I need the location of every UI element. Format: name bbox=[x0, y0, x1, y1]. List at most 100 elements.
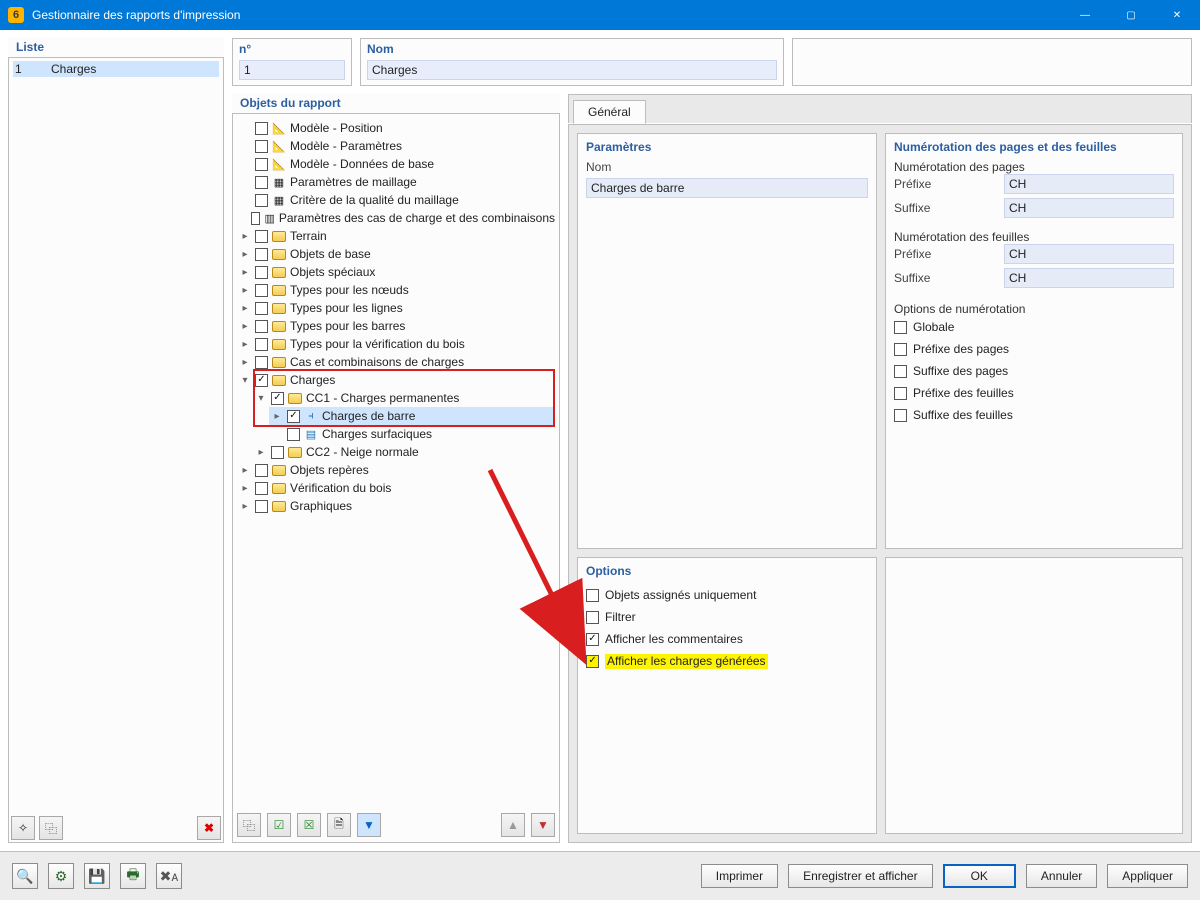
checkbox[interactable] bbox=[255, 374, 268, 387]
expand-icon[interactable]: ▸ bbox=[239, 248, 251, 260]
tree-item[interactable]: Paramètres des cas de charge et des comb… bbox=[279, 211, 555, 225]
tree-item[interactable]: Types pour les nœuds bbox=[290, 283, 409, 297]
expand-icon[interactable]: ▸ bbox=[239, 284, 251, 296]
expand-icon[interactable]: ▸ bbox=[239, 356, 251, 368]
maximize-button[interactable]: ▢ bbox=[1108, 0, 1154, 30]
opt-pref-feuilles[interactable]: Préfixe des feuilles bbox=[913, 386, 1014, 400]
checkbox[interactable] bbox=[894, 321, 907, 334]
tree-item[interactable]: Types pour les barres bbox=[290, 319, 405, 333]
checkbox[interactable] bbox=[255, 230, 268, 243]
report-tree[interactable]: 📐Modèle - Position 📐Modèle - Paramètres … bbox=[237, 117, 555, 515]
tree-item[interactable]: CC2 - Neige normale bbox=[306, 445, 419, 459]
checkbox[interactable] bbox=[255, 176, 268, 189]
checkbox[interactable] bbox=[255, 266, 268, 279]
expand-icon[interactable]: ▸ bbox=[239, 302, 251, 314]
tree-item[interactable]: Objets repères bbox=[290, 463, 369, 477]
pages-prefixe-value[interactable]: CH bbox=[1004, 174, 1174, 194]
opt-pref-pages[interactable]: Préfixe des pages bbox=[913, 342, 1009, 356]
print-icon[interactable]: 🖶 bbox=[120, 863, 146, 889]
settings-icon[interactable]: ⚙ bbox=[48, 863, 74, 889]
param-nom-value[interactable]: Charges de barre bbox=[586, 178, 868, 198]
feuilles-suffixe-value[interactable]: CH bbox=[1004, 268, 1174, 288]
tree-item[interactable]: Graphiques bbox=[290, 499, 352, 513]
tree-copy-icon[interactable]: ⿻ bbox=[237, 813, 261, 837]
expand-icon[interactable]: ▸ bbox=[271, 410, 283, 422]
tree-item[interactable]: Objets spéciaux bbox=[290, 265, 375, 279]
pages-suffixe-value[interactable]: CH bbox=[1004, 198, 1174, 218]
checkbox[interactable] bbox=[255, 338, 268, 351]
tree-item[interactable]: Modèle - Paramètres bbox=[290, 139, 402, 153]
tree-item[interactable]: Objets de base bbox=[290, 247, 371, 261]
minimize-button[interactable]: — bbox=[1062, 0, 1108, 30]
tree-item-selected[interactable]: Charges de barre bbox=[322, 409, 415, 423]
tree-uncheckall-icon[interactable]: ☒ bbox=[297, 813, 321, 837]
collapse-icon[interactable]: ▾ bbox=[239, 374, 251, 386]
expand-icon[interactable]: ▸ bbox=[239, 320, 251, 332]
tree-item[interactable]: CC1 - Charges permanentes bbox=[306, 391, 459, 405]
tree-item[interactable]: Vérification du bois bbox=[290, 481, 391, 495]
checkbox[interactable] bbox=[894, 409, 907, 422]
tree-item[interactable]: Paramètres de maillage bbox=[290, 175, 417, 189]
apply-button[interactable]: Appliquer bbox=[1107, 864, 1188, 888]
checkbox[interactable] bbox=[271, 392, 284, 405]
opt-filtrer[interactable]: Filtrer bbox=[605, 610, 636, 624]
checkbox[interactable] bbox=[255, 482, 268, 495]
opt-commentaires[interactable]: Afficher les commentaires bbox=[605, 632, 743, 646]
tree-item[interactable]: Types pour les lignes bbox=[290, 301, 403, 315]
checkbox[interactable] bbox=[255, 248, 268, 261]
checkbox[interactable] bbox=[287, 410, 300, 423]
checkbox[interactable] bbox=[586, 611, 599, 624]
checkbox[interactable] bbox=[255, 302, 268, 315]
tree-item[interactable]: Modèle - Position bbox=[290, 121, 383, 135]
checkbox[interactable] bbox=[255, 356, 268, 369]
move-down-icon[interactable]: ▼ bbox=[531, 813, 555, 837]
checkbox[interactable] bbox=[251, 212, 260, 225]
checkbox-highlighted[interactable] bbox=[586, 655, 599, 668]
opt-objets-assignes[interactable]: Objets assignés uniquement bbox=[605, 588, 756, 602]
close-button[interactable]: ✕ bbox=[1154, 0, 1200, 30]
checkbox[interactable] bbox=[255, 194, 268, 207]
checkbox[interactable] bbox=[255, 320, 268, 333]
tree-item[interactable]: Terrain bbox=[290, 229, 327, 243]
tree-checkall-icon[interactable]: ☑ bbox=[267, 813, 291, 837]
tree-item[interactable]: Charges surfaciques bbox=[322, 427, 432, 441]
collapse-icon[interactable]: ▾ bbox=[255, 392, 267, 404]
liste-new-icon[interactable]: ✧ bbox=[11, 816, 35, 840]
tree-item[interactable]: Types pour la vérification du bois bbox=[290, 337, 465, 351]
checkbox[interactable] bbox=[255, 284, 268, 297]
cancel-button[interactable]: Annuler bbox=[1026, 864, 1097, 888]
opt-charges-generees[interactable]: Afficher les charges générées bbox=[605, 654, 768, 669]
checkbox[interactable] bbox=[287, 428, 300, 441]
filter-icon[interactable]: ▼ bbox=[357, 813, 381, 837]
help-icon[interactable]: 🔍 bbox=[12, 863, 38, 889]
checkbox[interactable] bbox=[255, 158, 268, 171]
print-button[interactable]: Imprimer bbox=[701, 864, 778, 888]
expand-icon[interactable]: ▸ bbox=[239, 230, 251, 242]
opt-suff-feuilles[interactable]: Suffixe des feuilles bbox=[913, 408, 1013, 422]
checkbox[interactable] bbox=[586, 589, 599, 602]
expand-icon[interactable]: ▸ bbox=[239, 338, 251, 350]
num-value[interactable]: 1 bbox=[239, 60, 345, 80]
opt-globale[interactable]: Globale bbox=[913, 320, 954, 334]
opt-suff-pages[interactable]: Suffixe des pages bbox=[913, 364, 1008, 378]
tree-item[interactable]: Cas et combinaisons de charges bbox=[290, 355, 464, 369]
expand-icon[interactable]: ▸ bbox=[239, 464, 251, 476]
checkbox[interactable] bbox=[586, 633, 599, 646]
tab-general[interactable]: Général bbox=[573, 100, 646, 124]
checkbox[interactable] bbox=[255, 464, 268, 477]
ok-button[interactable]: OK bbox=[943, 864, 1016, 888]
translate-icon[interactable]: ✖ᴀ bbox=[156, 863, 182, 889]
checkbox[interactable] bbox=[894, 387, 907, 400]
tree-item[interactable]: Charges bbox=[290, 373, 335, 387]
checkbox[interactable] bbox=[894, 343, 907, 356]
checkbox[interactable] bbox=[255, 140, 268, 153]
move-up-icon[interactable]: ▲ bbox=[501, 813, 525, 837]
checkbox[interactable] bbox=[271, 446, 284, 459]
expand-icon[interactable]: ▸ bbox=[239, 266, 251, 278]
save-show-button[interactable]: Enregistrer et afficher bbox=[788, 864, 933, 888]
checkbox[interactable] bbox=[255, 122, 268, 135]
liste-delete-icon[interactable]: ✖ bbox=[197, 816, 221, 840]
checkbox[interactable] bbox=[894, 365, 907, 378]
feuilles-prefixe-value[interactable]: CH bbox=[1004, 244, 1174, 264]
expand-icon[interactable]: ▸ bbox=[239, 500, 251, 512]
